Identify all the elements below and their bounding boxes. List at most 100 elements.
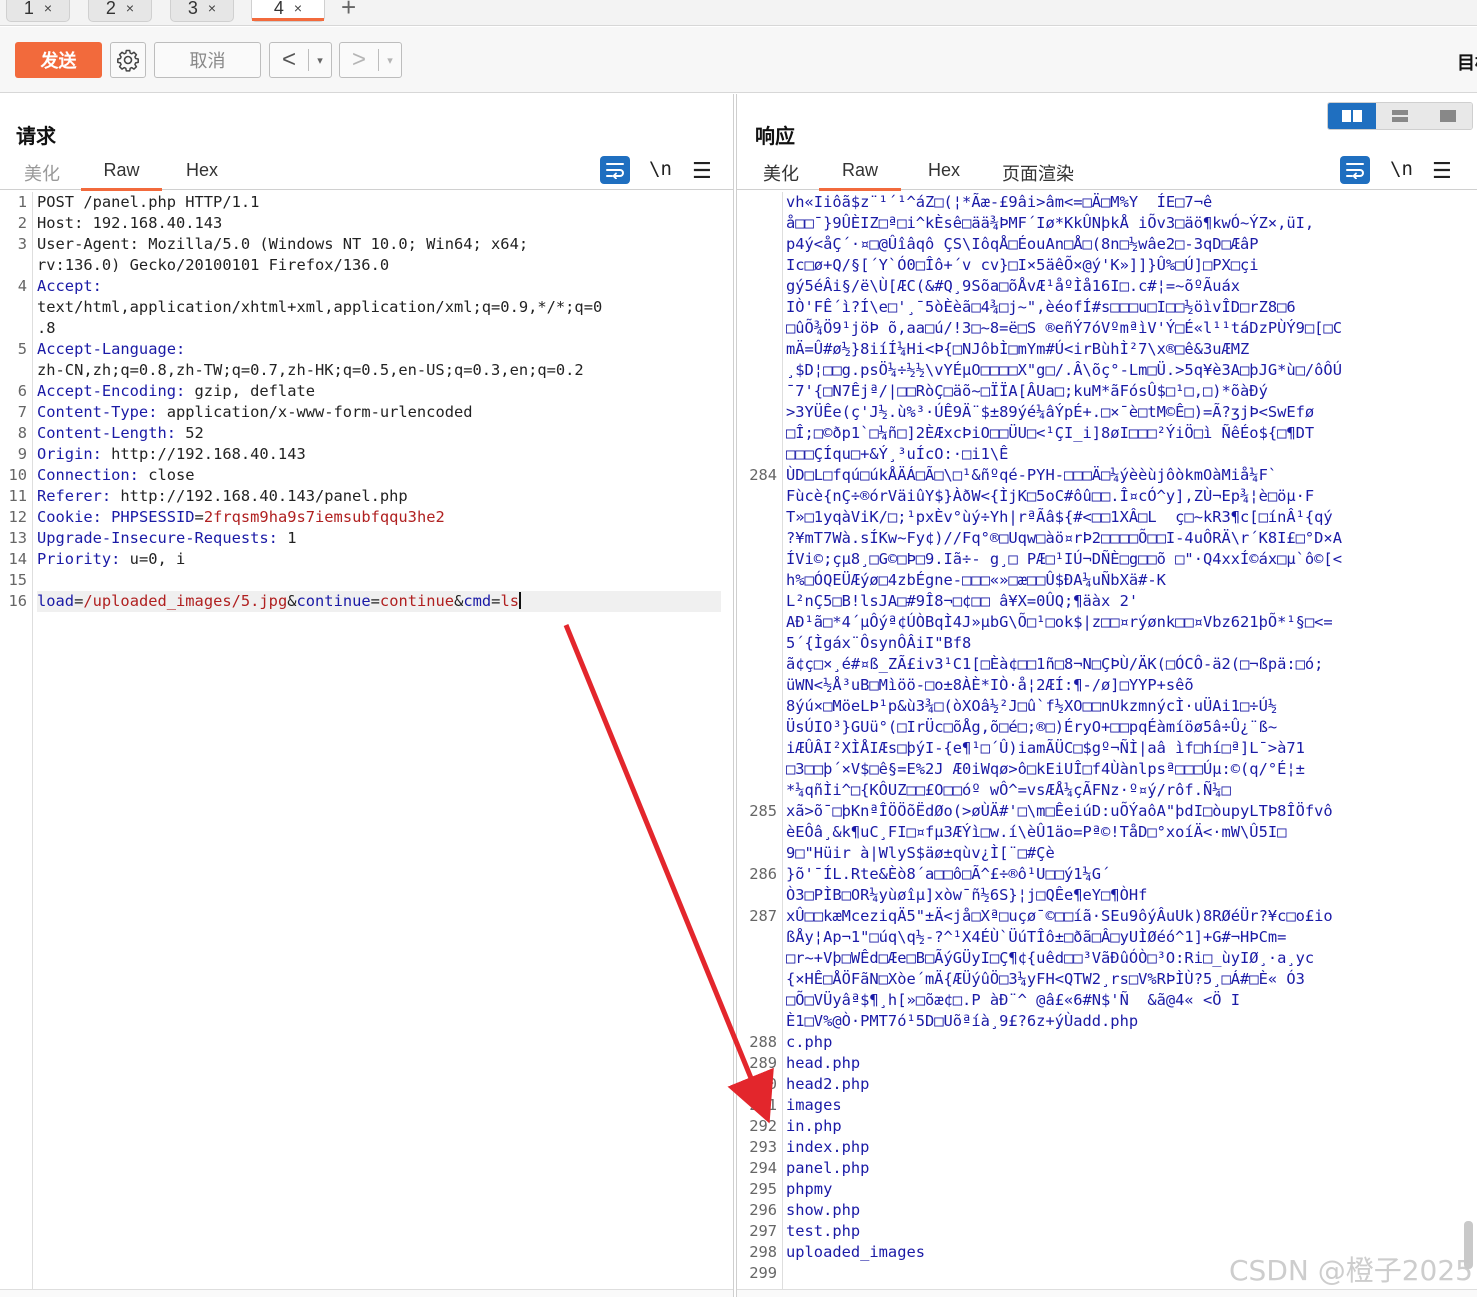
tab-label: 4 xyxy=(273,0,284,18)
request-horizontal-scrollbar[interactable] xyxy=(0,1289,733,1297)
request-line: rv:136.0) Gecko/20100101 Firefox/136.0 xyxy=(0,255,733,276)
line-number: 295 xyxy=(749,1180,777,1198)
wrap-lines-icon xyxy=(1346,163,1364,179)
line-number: 11 xyxy=(8,487,27,505)
request-line-text: Content-Length: 52 xyxy=(37,423,721,444)
response-line-text: ¸$D¦□□g.psÖ¼÷½½\vYÉµO□□□□X"g□/.Â\õç°-Lm□… xyxy=(786,361,1342,379)
response-line-text: index.php xyxy=(786,1138,870,1156)
response-line-text: ?¥mT7Wà.sÍKw~Fy¢)//Fq°®□Uqw□àö¤rÞ2□□□□Õ□… xyxy=(786,529,1342,547)
line-number: 298 xyxy=(749,1243,777,1261)
target-label[interactable]: 目标 xyxy=(1457,49,1477,75)
request-line: 15 xyxy=(0,570,733,591)
response-line: IÒ'FÊ´ì?Í\e□'¸¯5òÈèã□4¾□j~",èéofÍ#s□□□u□… xyxy=(737,297,1477,318)
response-word-wrap-toggle[interactable] xyxy=(1340,156,1370,184)
response-line: ÜsÚIO³}GUü°(□IrÜc□õÅg,õ□é□;®□)ÉryO+□□pqÉ… xyxy=(737,717,1477,738)
response-line-text: Ò3□PÌB□OR¼yùøîµ]xòw¯ñ½6S}¦j□QÊe¶eY□¶ÒHf xyxy=(786,886,1148,904)
token: = xyxy=(370,592,380,610)
response-tab-raw[interactable]: Raw xyxy=(819,160,901,191)
request-line: 10 Connection: close xyxy=(0,465,733,486)
response-tab-render[interactable]: 页面渲染 xyxy=(1001,160,1075,190)
request-line: zh-CN,zh;q=0.8,zh-TW;q=0.7,zh-HK;q=0.5,e… xyxy=(0,360,733,381)
response-line: vh«Iiôã$z¨¹´¹^áZ□(¦*Ãæ-£9âi>âm<=□Ä□M%Y Í… xyxy=(737,192,1477,213)
send-button[interactable]: 发送 xyxy=(15,42,102,78)
response-editor[interactable]: vh«Iiôã$z¨¹´¹^áZ□(¦*Ãæ-£9âi>âm<=□Ä□M%Y Í… xyxy=(737,192,1477,1289)
request-tab-1[interactable]: 1 × xyxy=(6,0,70,22)
response-line-text: p4ý<åÇ´·¤□@Ûîâqô ÇS\IôqÅ□ÉouAn□Å□(8n□½wâ… xyxy=(786,235,1259,253)
request-line: 11 Referer: http://192.168.40.143/panel.p… xyxy=(0,486,733,507)
layout-single-button[interactable] xyxy=(1424,103,1472,129)
forward-history-dropdown[interactable]: ▾ xyxy=(379,54,401,67)
add-tab-button[interactable]: + xyxy=(341,0,356,23)
back-button[interactable]: < ▾ xyxy=(269,42,332,78)
token: = xyxy=(74,592,84,610)
request-line: 4 Accept: xyxy=(0,276,733,297)
response-line: ã¢ç□×¸é#¤ß_ZÃ£iv3¹C1[□Èà¢□□1ñ□8¬N□ÇÞÙ/ÄK… xyxy=(737,654,1477,675)
settings-button[interactable] xyxy=(110,42,146,78)
layout-switcher xyxy=(1327,102,1473,130)
show-newlines-toggle[interactable]: \n xyxy=(649,158,672,180)
token: gzip, deflate xyxy=(185,382,315,400)
line-number: 1 xyxy=(17,193,27,211)
token: User-Agent: Mozilla/5.0 (Windows NT 10.0… xyxy=(37,235,529,253)
request-line: 7 Content-Type: application/x-www-form-ur… xyxy=(0,402,733,423)
response-line-text: T»□1yqàViK/□;¹pxÈv°ùý÷Yh|rªÃâ${#<□□1XÂ□L… xyxy=(786,508,1333,526)
response-line: 284 ÙD□L□fqú□úkÅÄÁ□Ã□\□¹&ñºqé-PYH-□□□Ä□¼ý… xyxy=(737,465,1477,486)
forward-button[interactable]: > ▾ xyxy=(339,42,402,78)
token: text/html,application/xhtml+xml,applicat… xyxy=(37,298,603,316)
response-horizontal-scrollbar[interactable] xyxy=(737,1289,1477,1297)
response-menu-icon[interactable]: ☰ xyxy=(1432,158,1452,184)
back-history-dropdown[interactable]: ▾ xyxy=(309,54,331,67)
layout-side-by-side-button[interactable] xyxy=(1328,103,1376,129)
close-icon[interactable]: × xyxy=(208,0,216,16)
close-icon[interactable]: × xyxy=(44,0,52,16)
response-line-text: □r~+Vþ□WÊd□Æe□B□ÃýGÜyI□Ç¶¢{uêd□□³VãÐûÓÒ□… xyxy=(786,949,1315,967)
wrap-lines-icon xyxy=(606,163,624,179)
token: Origin: xyxy=(37,445,102,463)
token: & xyxy=(287,592,297,610)
token: continue xyxy=(296,592,371,610)
response-line-text: □ûÕ¾Ö9¹jöÞ õ,aa□ú/!3□~8=ë□S ®eñÝ7óVºmªìV… xyxy=(786,319,1342,337)
response-line: ¸$D¦□□g.psÖ¼÷½½\vYÉµO□□□□X"g□/.Â\õç°-Lm□… xyxy=(737,360,1477,381)
line-number: 8 xyxy=(17,424,27,442)
close-icon[interactable]: × xyxy=(294,0,302,16)
request-tab-hex[interactable]: Hex xyxy=(180,160,224,190)
line-number: 291 xyxy=(749,1096,777,1114)
request-tab-2[interactable]: 2 × xyxy=(88,0,152,22)
request-line: 12 Cookie: PHPSESSID=2frqsm9ha9s7iemsubfq… xyxy=(0,507,733,528)
response-line: □r~+Vþ□WÊd□Æe□B□ÃýGÜyI□Ç¶¢{uêd□□³VãÐûÓÒ□… xyxy=(737,948,1477,969)
text-cursor xyxy=(518,592,521,609)
request-menu-icon[interactable]: ☰ xyxy=(692,158,712,184)
response-line-text: show.php xyxy=(786,1201,861,1219)
request-tab-4[interactable]: 4 × xyxy=(251,0,325,22)
request-panel: 请求 美化 Raw Hex \n ☰ 1 POST /panel.php HTTP… xyxy=(0,94,734,1297)
token: u=0, i xyxy=(120,550,186,568)
response-tab-hex[interactable]: Hex xyxy=(922,160,966,190)
response-line-text: xã>õ¯□þKnªÎÖÖõËdØo(>øÙÄ#'□\m□ÊeiúD:uÕÝaô… xyxy=(786,802,1333,820)
response-line-text: ßÅy¦Ap¬1"□úq\q½-?^¹X4ÉÙ`ÜúTÎô±□ðã□Â□yUÌØ… xyxy=(786,928,1287,946)
word-wrap-toggle[interactable] xyxy=(600,156,630,184)
response-line-text: 5´{Ìgáx¨ÔsynÔÂiI"Bf8 xyxy=(786,634,972,652)
close-icon[interactable]: × xyxy=(126,0,134,16)
response-line-text: å□□¯}9ÛÈIZ□ª□i^kÈsê□ää¾ÞMF´Iø*KkÛNþkÅ iÕ… xyxy=(786,214,1315,232)
watermark: CSDN @橙子2025 xyxy=(1229,1254,1473,1287)
response-line-text: test.php xyxy=(786,1222,861,1240)
request-line-text: zh-CN,zh;q=0.8,zh-TW;q=0.7,zh-HK;q=0.5,e… xyxy=(37,360,721,381)
request-tab-raw[interactable]: Raw xyxy=(81,160,162,191)
request-tab-pretty[interactable]: 美化 xyxy=(22,160,62,190)
response-line: □ûÕ¾Ö9¹jöÞ õ,aa□ú/!3□~8=ë□S ®eñÝ7óVºmªìV… xyxy=(737,318,1477,339)
response-show-newlines-toggle[interactable]: \n xyxy=(1390,158,1413,180)
request-line: 2 Host: 192.168.40.143 xyxy=(0,213,733,234)
request-line-text: Referer: http://192.168.40.143/panel.php xyxy=(37,486,721,507)
response-tab-pretty[interactable]: 美化 xyxy=(761,160,801,190)
cancel-button[interactable]: 取消 xyxy=(154,42,261,78)
response-line: □Î;□©ðp1`□¼ñ□]2ÈÆxcÞiO□□ÜU□<¹ÇI_i]8øI□□□… xyxy=(737,423,1477,444)
request-line-text: Host: 192.168.40.143 xyxy=(37,213,721,234)
response-line-text: mÄ=Û#ø½}8iíÍ¼Hi<Þ{□NJôbÌ□mYm#Ú<irBùhÌ²7\… xyxy=(786,340,1250,358)
request-editor[interactable]: 1 POST /panel.php HTTP/1.1 2 Host: 192.168.… xyxy=(0,192,733,1289)
layout-stacked-button[interactable] xyxy=(1376,103,1424,129)
line-number: 6 xyxy=(17,382,27,400)
response-line-text: □Õ□VÜyâª$¶¸h[»□õæ¢□.P àÐ¨^ @â£«6#N$'Ñ &ã… xyxy=(786,991,1241,1009)
response-line-text: IÒ'FÊ´ì?Í\e□'¸¯5òÈèã□4¾□j~",èéofÍ#s□□□u□… xyxy=(786,298,1296,316)
token: Accept: xyxy=(37,277,102,295)
request-tab-3[interactable]: 3 × xyxy=(170,0,234,22)
